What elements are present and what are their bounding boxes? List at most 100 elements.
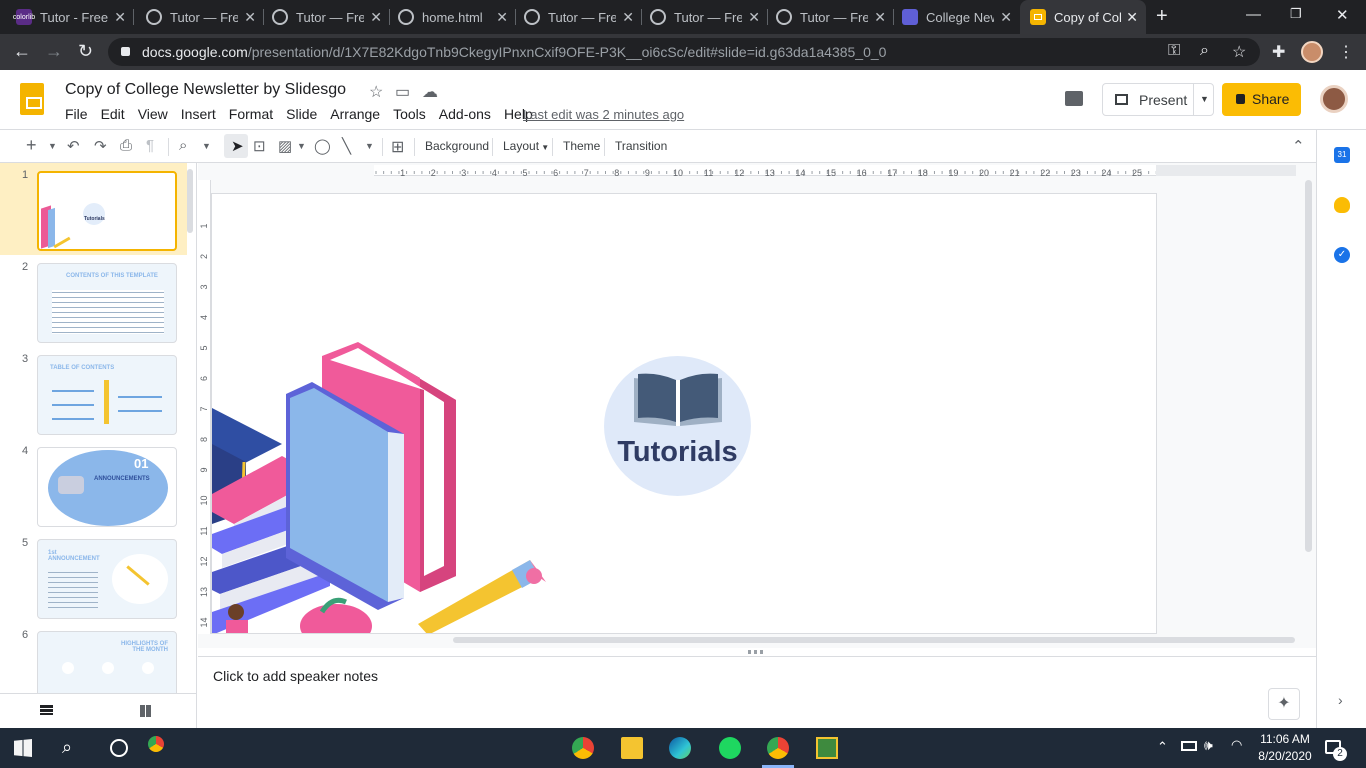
extensions-icon[interactable]: ✚: [1272, 42, 1285, 62]
system-clock[interactable]: 11:06 AM 8/20/2020: [1255, 731, 1315, 765]
text-box-icon[interactable]: ⊡: [253, 137, 266, 155]
shape-icon[interactable]: ◯: [314, 137, 331, 155]
document-title[interactable]: Copy of College Newsletter by Slidesgo: [65, 81, 346, 99]
chrome-active-icon[interactable]: [767, 737, 789, 759]
menu-insert[interactable]: Insert: [181, 106, 216, 122]
menu-addons[interactable]: Add-ons: [439, 106, 491, 122]
close-tab-icon[interactable]: ✕: [622, 9, 634, 26]
close-tab-icon[interactable]: ✕: [244, 9, 256, 26]
notes-resize-handle[interactable]: [748, 650, 766, 654]
new-slide-dropdown-icon[interactable]: ▼: [48, 141, 57, 151]
last-edit-link[interactable]: Last edit was 2 minutes ago: [523, 107, 684, 122]
select-tool[interactable]: ➤: [224, 134, 248, 158]
profile-avatar[interactable]: [1301, 41, 1323, 63]
browser-tab[interactable]: Tutor — Free ✕: [768, 0, 894, 34]
line-dropdown-icon[interactable]: ▼: [365, 141, 374, 151]
back-icon[interactable]: ←: [13, 41, 31, 62]
window-close-icon[interactable]: ✕: [1336, 6, 1349, 24]
restore-icon[interactable]: ❐: [1290, 6, 1302, 22]
menu-slide[interactable]: Slide: [286, 106, 317, 122]
vertical-ruler[interactable]: 1 2 3 4 5 6 7 8 9 10 11 12 13 14: [198, 180, 211, 634]
chrome-icon[interactable]: [148, 736, 164, 752]
battery-icon[interactable]: [1181, 741, 1197, 751]
address-bar[interactable]: docs.google.com/presentation/d/1X7E82Kdg…: [108, 38, 1260, 66]
browser-tab[interactable]: Tutor — Free ✕: [516, 0, 642, 34]
tutorials-badge[interactable]: Tutorials: [604, 356, 751, 496]
search-icon[interactable]: ⌕: [62, 737, 84, 759]
slides-logo-icon[interactable]: [20, 83, 44, 115]
browser-tab[interactable]: colorlib Tutor - Free ✕: [8, 0, 134, 34]
file-explorer-icon[interactable]: [621, 737, 643, 759]
comment-history-icon[interactable]: [1065, 91, 1083, 106]
insert-image-icon[interactable]: ▨: [278, 137, 292, 155]
filmstrip-view-icon[interactable]: [40, 705, 53, 715]
close-tab-icon[interactable]: ✕: [1000, 9, 1012, 26]
undo-icon[interactable]: ↶: [67, 137, 80, 155]
new-slide-icon[interactable]: +: [26, 135, 37, 156]
print-icon[interactable]: ⎙: [120, 137, 132, 154]
speaker-notes[interactable]: Click to add speaker notes: [198, 656, 1316, 728]
minimize-icon[interactable]: —: [1246, 6, 1261, 23]
slide-thumbnail[interactable]: 6 HIGHLIGHTS OF THE MONTH: [0, 623, 187, 693]
menu-tools[interactable]: Tools: [393, 106, 426, 122]
edge-icon[interactable]: [669, 737, 691, 759]
grid-view-icon[interactable]: [140, 705, 152, 717]
browser-menu-icon[interactable]: ⋮: [1338, 42, 1354, 62]
browser-tab[interactable]: Tutor — Free ✕: [642, 0, 768, 34]
add-comment-icon[interactable]: ⊞: [391, 137, 404, 157]
explore-icon[interactable]: ✦: [1268, 688, 1300, 720]
windows-start-icon[interactable]: [14, 739, 32, 757]
theme-button[interactable]: Theme: [563, 139, 600, 153]
close-tab-icon[interactable]: ✕: [874, 9, 886, 26]
tray-chevron-icon[interactable]: ⌃: [1157, 739, 1168, 755]
browser-tab[interactable]: Tutor — Free ✕: [138, 0, 264, 34]
browser-tab[interactable]: Tutor — Free ✕: [264, 0, 390, 34]
collapse-menus-icon[interactable]: ⌃: [1292, 137, 1305, 155]
star-icon[interactable]: ☆: [369, 82, 383, 102]
close-tab-icon[interactable]: ✕: [496, 9, 508, 26]
background-button[interactable]: Background: [425, 139, 489, 153]
present-dropdown-icon[interactable]: ▼: [1193, 84, 1215, 115]
slide-thumbnail[interactable]: 3 TABLE OF CONTENTS: [0, 347, 187, 439]
calendar-icon[interactable]: 31: [1334, 147, 1350, 163]
menu-edit[interactable]: Edit: [101, 106, 125, 122]
key-icon[interactable]: ⚿: [1168, 42, 1180, 60]
close-tab-icon[interactable]: ✕: [1126, 9, 1138, 26]
move-folder-icon[interactable]: ▭: [395, 82, 410, 102]
tasks-icon[interactable]: ✓: [1334, 247, 1350, 263]
browser-tab[interactable]: home.html ✕: [390, 0, 516, 34]
share-button[interactable]: Share: [1222, 83, 1301, 116]
menu-file[interactable]: File: [65, 106, 88, 122]
zoom-icon[interactable]: ⌕: [1200, 42, 1209, 60]
slide-thumbnail[interactable]: 1 Tutorials: [0, 163, 187, 255]
cortana-icon[interactable]: [110, 739, 128, 757]
horizontal-ruler[interactable]: 1 2 3 4 5 6 7 8 9 10 11 12 13 14 15 16 17 18 19 20 21 22 23 24 2…: [374, 165, 1165, 178]
menu-view[interactable]: View: [138, 106, 168, 122]
reload-icon[interactable]: ↻: [78, 41, 93, 62]
spotify-icon[interactable]: [719, 737, 741, 759]
horizontal-scrollbar[interactable]: [453, 637, 1295, 643]
slide-thumbnail[interactable]: 5 1st ANNOUNCEMENT: [0, 531, 187, 623]
present-button[interactable]: Present ▼: [1102, 83, 1214, 116]
vertical-scrollbar[interactable]: [1305, 180, 1312, 552]
forward-icon[interactable]: →: [45, 41, 63, 62]
close-tab-icon[interactable]: ✕: [748, 9, 760, 26]
chart-app-icon[interactable]: [816, 737, 838, 759]
browser-tab[interactable]: College News ✕: [894, 0, 1020, 34]
slide-thumbnail[interactable]: 4 01 ANNOUNCEMENTS: [0, 439, 187, 531]
chrome-taskbar-icon[interactable]: [572, 737, 594, 759]
slide-thumbnail[interactable]: 2 CONTENTS OF THIS TEMPLATE: [0, 255, 187, 347]
close-tab-icon[interactable]: ✕: [370, 9, 382, 26]
redo-icon[interactable]: ↷: [94, 137, 107, 155]
filmstrip-scrollbar[interactable]: [187, 169, 193, 233]
browser-tab-active[interactable]: Copy of College ✕: [1020, 0, 1146, 34]
transition-button[interactable]: Transition: [615, 139, 667, 153]
paint-format-icon[interactable]: ¶: [146, 137, 154, 154]
bookmark-star-icon[interactable]: ☆: [1232, 42, 1246, 62]
account-avatar[interactable]: [1320, 85, 1348, 113]
zoom-dropdown-icon[interactable]: ▼: [202, 141, 211, 151]
layout-button[interactable]: Layout ▼: [503, 139, 549, 153]
keep-icon[interactable]: [1334, 197, 1350, 213]
volume-icon[interactable]: 🕪: [1204, 737, 1213, 754]
line-icon[interactable]: ╲: [342, 137, 351, 155]
